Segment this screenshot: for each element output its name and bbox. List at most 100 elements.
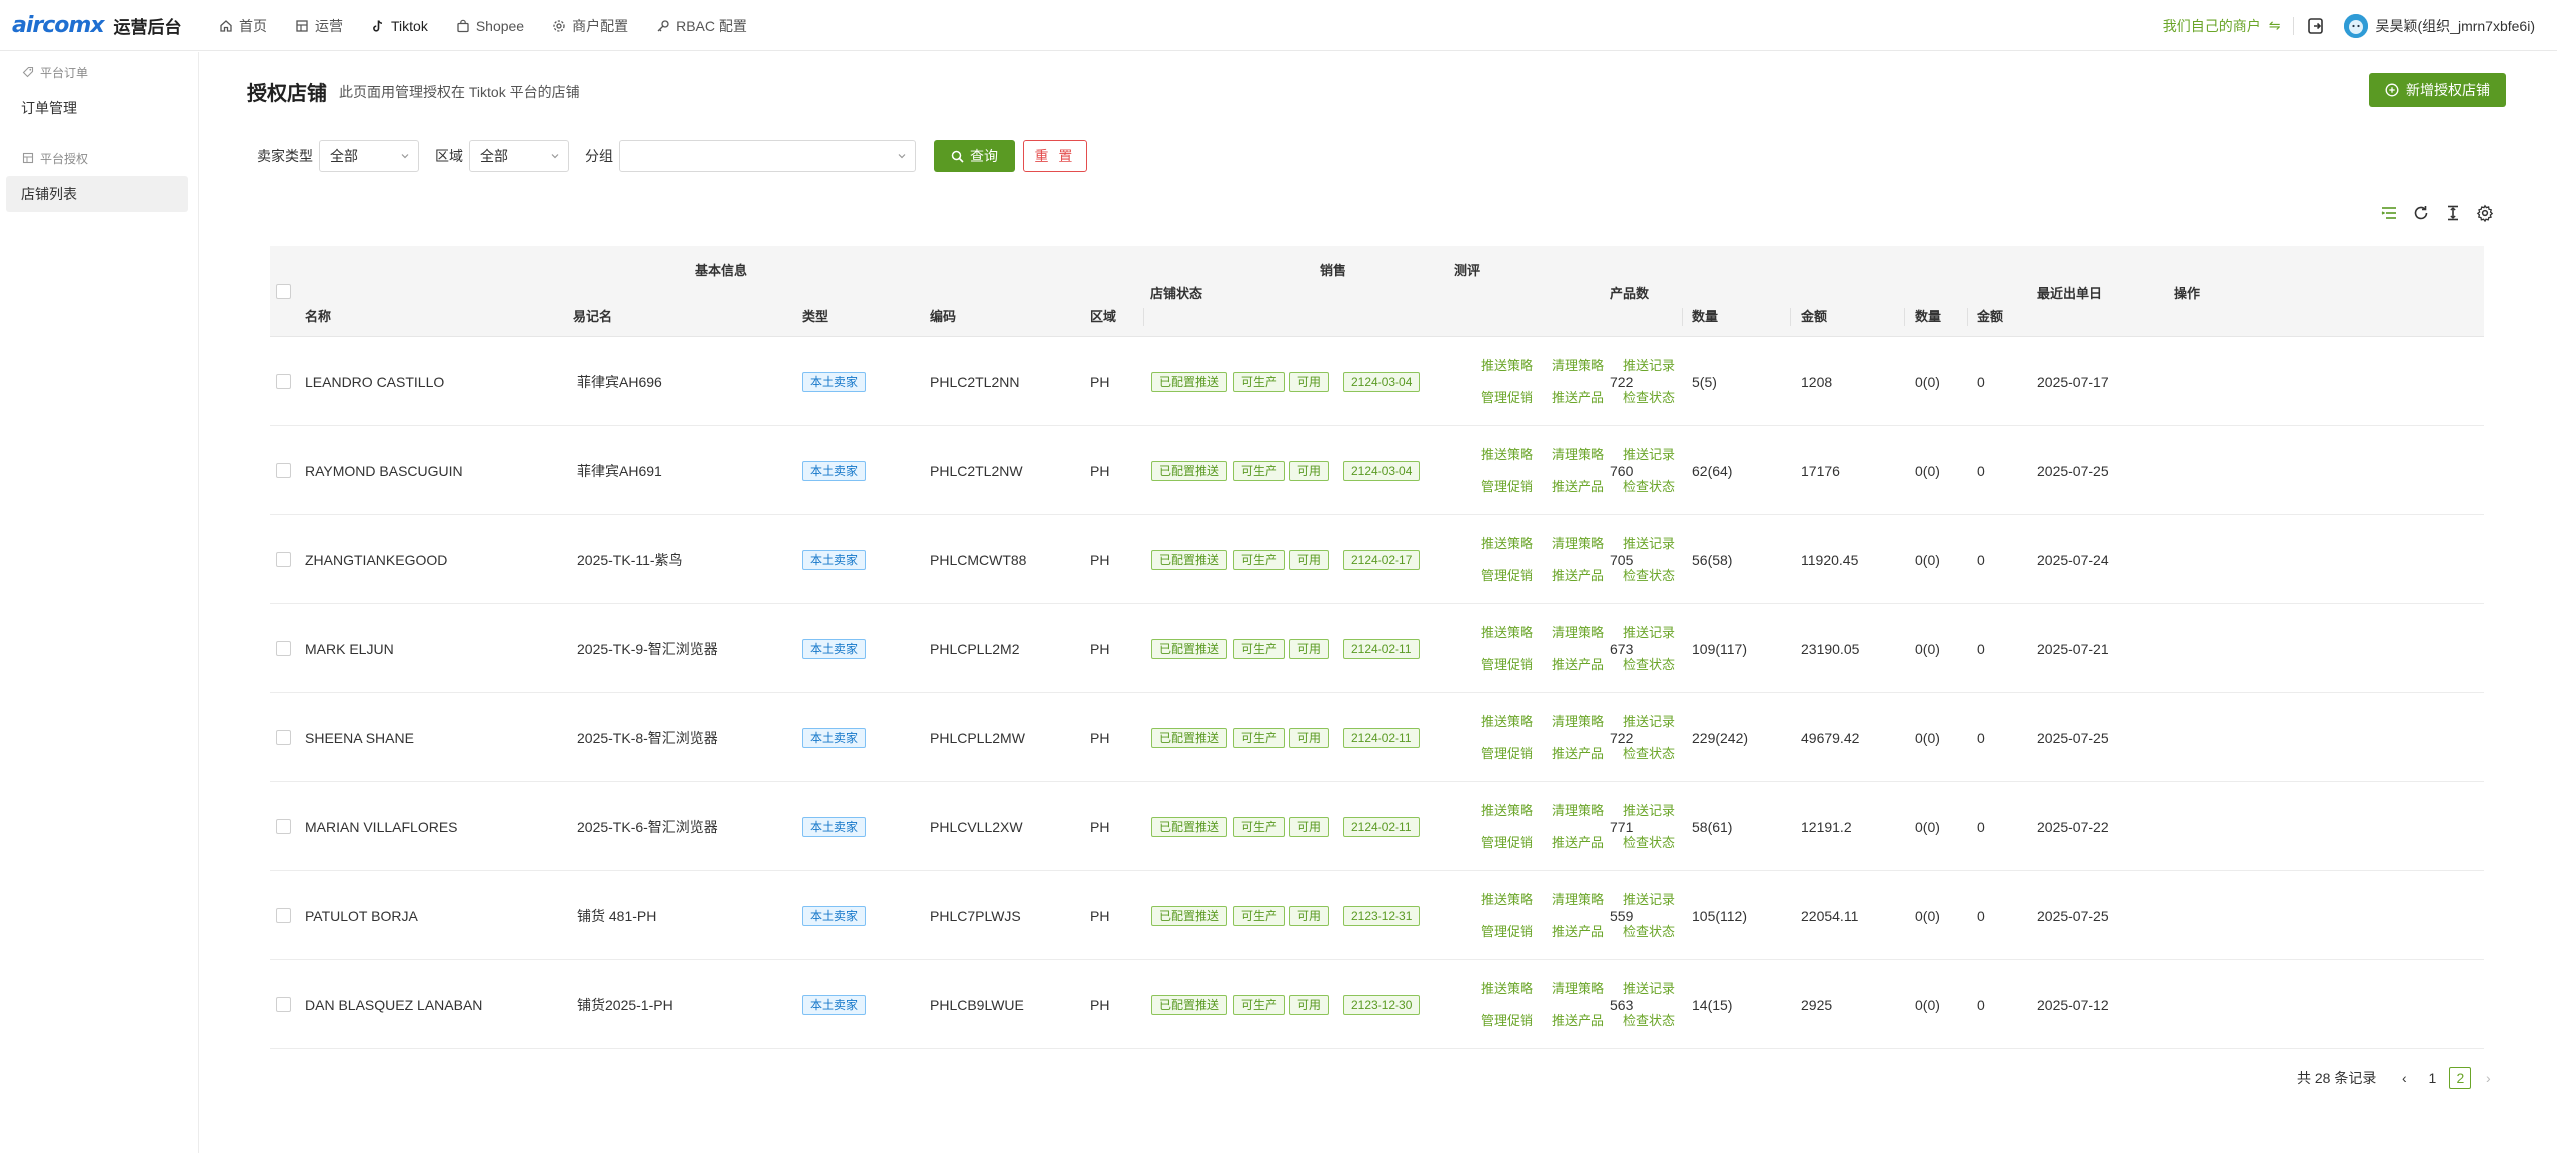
push-product-link[interactable]: 推送产品 bbox=[1552, 827, 1623, 859]
store-name: DAN BLASQUEZ LANABAN bbox=[305, 996, 483, 1013]
sidebar-item-order-management[interactable]: 订单管理 bbox=[6, 90, 188, 126]
clear-strategy-link[interactable]: 清理策略 bbox=[1552, 884, 1623, 916]
push-strategy-link[interactable]: 推送策略 bbox=[1481, 795, 1552, 827]
group-select[interactable] bbox=[619, 140, 916, 172]
column-height-icon[interactable] bbox=[2442, 202, 2464, 224]
push-record-link[interactable]: 推送记录 bbox=[1623, 617, 1694, 649]
clear-strategy-link[interactable]: 清理策略 bbox=[1552, 528, 1623, 560]
settings-icon[interactable] bbox=[2474, 202, 2496, 224]
row-checkbox[interactable] bbox=[276, 552, 291, 567]
column-header-code[interactable]: 编码 bbox=[930, 306, 956, 325]
push-record-link[interactable]: 推送记录 bbox=[1623, 528, 1694, 560]
table-row: RAYMOND BASCUGUIN 菲律宾AH691 本土卖家 PHLC2TL2NW P… bbox=[270, 426, 2484, 515]
clear-strategy-link[interactable]: 清理策略 bbox=[1552, 439, 1623, 471]
push-strategy-link[interactable]: 推送策略 bbox=[1481, 706, 1552, 738]
review-qty: 0(0) bbox=[1915, 640, 1940, 657]
seller-type-select[interactable]: 全部 bbox=[319, 140, 419, 172]
clear-strategy-link[interactable]: 清理策略 bbox=[1552, 617, 1623, 649]
column-header-alias[interactable]: 易记名 bbox=[573, 306, 612, 325]
status-tag-expiry-date: 2124-02-11 bbox=[1343, 638, 1420, 659]
manage-promotion-link[interactable]: 管理促销 bbox=[1481, 649, 1552, 681]
push-product-link[interactable]: 推送产品 bbox=[1552, 1005, 1623, 1037]
column-header-type[interactable]: 类型 bbox=[802, 306, 828, 325]
tree-list-icon[interactable] bbox=[2378, 202, 2400, 224]
push-record-link[interactable]: 推送记录 bbox=[1623, 795, 1694, 827]
column-header-sales-amount[interactable]: 金额 bbox=[1801, 306, 1827, 325]
column-header-last-order-date[interactable]: 最近出单日 bbox=[2037, 283, 2102, 302]
clear-strategy-link[interactable]: 清理策略 bbox=[1552, 795, 1623, 827]
push-product-link[interactable]: 推送产品 bbox=[1552, 916, 1623, 948]
column-header-product-count[interactable]: 产品数 bbox=[1610, 283, 1649, 302]
nav-item-shopee[interactable]: Shopee bbox=[442, 0, 538, 51]
check-status-link[interactable]: 检查状态 bbox=[1623, 560, 1694, 592]
push-record-link[interactable]: 推送记录 bbox=[1623, 350, 1694, 382]
manage-promotion-link[interactable]: 管理促销 bbox=[1481, 738, 1552, 770]
row-checkbox[interactable] bbox=[276, 997, 291, 1012]
check-status-link[interactable]: 检查状态 bbox=[1623, 738, 1694, 770]
manage-promotion-link[interactable]: 管理促销 bbox=[1481, 827, 1552, 859]
push-strategy-link[interactable]: 推送策略 bbox=[1481, 528, 1552, 560]
row-checkbox[interactable] bbox=[276, 463, 291, 478]
row-checkbox[interactable] bbox=[276, 908, 291, 923]
manage-promotion-link[interactable]: 管理促销 bbox=[1481, 471, 1552, 503]
nav-item-rbac-config[interactable]: RBAC 配置 bbox=[642, 0, 761, 51]
add-authorized-store-button[interactable]: 新增授权店铺 bbox=[2369, 73, 2506, 107]
pagination-page-2[interactable]: 2 bbox=[2449, 1067, 2472, 1089]
nav-item-operations[interactable]: 运营 bbox=[281, 0, 357, 51]
row-checkbox[interactable] bbox=[276, 730, 291, 745]
manage-promotion-link[interactable]: 管理促销 bbox=[1481, 1005, 1552, 1037]
nav-item-home[interactable]: 首页 bbox=[205, 0, 281, 51]
manage-promotion-link[interactable]: 管理促销 bbox=[1481, 916, 1552, 948]
push-record-link[interactable]: 推送记录 bbox=[1623, 706, 1694, 738]
check-status-link[interactable]: 检查状态 bbox=[1623, 916, 1694, 948]
clear-strategy-link[interactable]: 清理策略 bbox=[1552, 706, 1623, 738]
query-button[interactable]: 查询 bbox=[934, 140, 1015, 172]
push-product-link[interactable]: 推送产品 bbox=[1552, 471, 1623, 503]
push-strategy-link[interactable]: 推送策略 bbox=[1481, 884, 1552, 916]
reset-button[interactable]: 重 置 bbox=[1023, 140, 1087, 172]
push-product-link[interactable]: 推送产品 bbox=[1552, 649, 1623, 681]
column-header-store-status[interactable]: 店铺状态 bbox=[1150, 283, 1202, 302]
row-checkbox[interactable] bbox=[276, 819, 291, 834]
clear-strategy-link[interactable]: 清理策略 bbox=[1552, 350, 1623, 382]
column-header-sales-qty[interactable]: 数量 bbox=[1692, 306, 1718, 325]
check-status-link[interactable]: 检查状态 bbox=[1623, 649, 1694, 681]
nav-item-merchant-config[interactable]: 商户配置 bbox=[538, 0, 642, 51]
check-status-link[interactable]: 检查状态 bbox=[1623, 1005, 1694, 1037]
user-name[interactable]: 吴昊颖(组织_jmrn7xbfe6i) bbox=[2376, 16, 2535, 36]
push-product-link[interactable]: 推送产品 bbox=[1552, 560, 1623, 592]
export-icon[interactable] bbox=[2306, 16, 2326, 36]
refresh-icon[interactable] bbox=[2410, 202, 2432, 224]
check-status-link[interactable]: 检查状态 bbox=[1623, 382, 1694, 414]
pagination-prev-button[interactable]: ‹ bbox=[2393, 1067, 2415, 1089]
pagination-page-1[interactable]: 1 bbox=[2421, 1067, 2443, 1089]
push-record-link[interactable]: 推送记录 bbox=[1623, 884, 1694, 916]
push-strategy-link[interactable]: 推送策略 bbox=[1481, 439, 1552, 471]
region-select[interactable]: 全部 bbox=[469, 140, 569, 172]
pagination-next-button[interactable]: › bbox=[2477, 1067, 2499, 1089]
column-header-review-amount[interactable]: 金额 bbox=[1977, 306, 2003, 325]
merchant-switch-link[interactable]: 我们自己的商户 ⇋ bbox=[2163, 16, 2281, 36]
column-header-region[interactable]: 区域 bbox=[1090, 306, 1116, 325]
push-strategy-link[interactable]: 推送策略 bbox=[1481, 350, 1552, 382]
sidebar-item-store-list[interactable]: 店铺列表 bbox=[6, 176, 188, 212]
push-product-link[interactable]: 推送产品 bbox=[1552, 738, 1623, 770]
check-status-link[interactable]: 检查状态 bbox=[1623, 471, 1694, 503]
manage-promotion-link[interactable]: 管理促销 bbox=[1481, 382, 1552, 414]
clear-strategy-link[interactable]: 清理策略 bbox=[1552, 973, 1623, 1005]
select-all-checkbox[interactable] bbox=[276, 284, 291, 299]
nav-item-tiktok[interactable]: Tiktok bbox=[357, 0, 442, 51]
check-status-link[interactable]: 检查状态 bbox=[1623, 827, 1694, 859]
push-record-link[interactable]: 推送记录 bbox=[1623, 973, 1694, 1005]
push-record-link[interactable]: 推送记录 bbox=[1623, 439, 1694, 471]
brand[interactable]: aircomx 运营后台 bbox=[12, 11, 182, 39]
column-header-name[interactable]: 名称 bbox=[305, 306, 331, 325]
avatar[interactable] bbox=[2343, 13, 2368, 38]
row-checkbox[interactable] bbox=[276, 641, 291, 656]
push-strategy-link[interactable]: 推送策略 bbox=[1481, 973, 1552, 1005]
manage-promotion-link[interactable]: 管理促销 bbox=[1481, 560, 1552, 592]
row-checkbox[interactable] bbox=[276, 374, 291, 389]
push-product-link[interactable]: 推送产品 bbox=[1552, 382, 1623, 414]
push-strategy-link[interactable]: 推送策略 bbox=[1481, 617, 1552, 649]
column-header-review-qty[interactable]: 数量 bbox=[1915, 306, 1941, 325]
